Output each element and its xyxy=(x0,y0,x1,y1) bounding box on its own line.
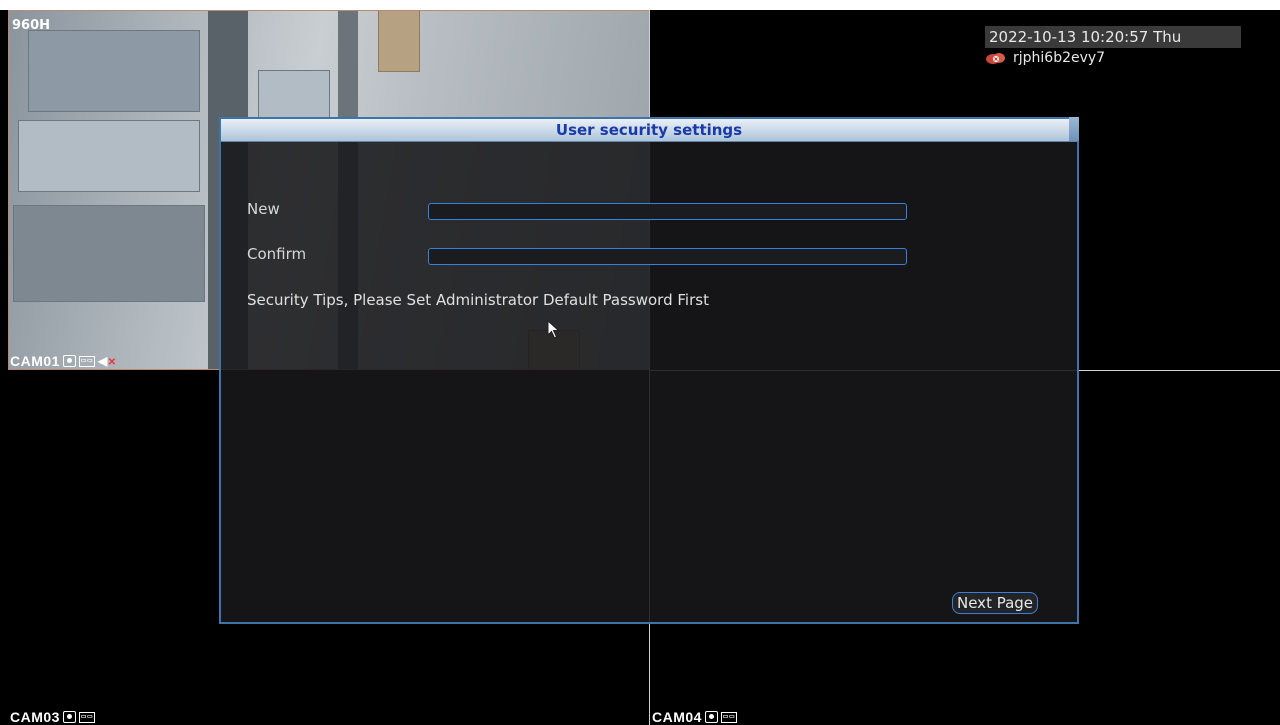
cloud-status: rjphi6b2evy7 xyxy=(985,50,1105,66)
resolution-label: 960H xyxy=(12,18,51,33)
confirm-password-label: Confirm xyxy=(247,245,307,263)
top-strip xyxy=(0,0,1280,10)
camera-name: CAM01 xyxy=(10,353,60,369)
storage-box xyxy=(13,205,205,302)
new-password-input[interactable] xyxy=(428,203,907,220)
camera-name: CAM03 xyxy=(10,709,60,725)
camera-label-cam01: CAM01 ▭▭ ◀✕ xyxy=(10,353,117,369)
cloud-icon xyxy=(986,53,1005,64)
camera-name: CAM04 xyxy=(652,709,702,725)
record-icon xyxy=(62,355,76,367)
mouse-cursor-icon xyxy=(547,320,560,339)
next-page-button[interactable]: Next Page xyxy=(952,592,1039,614)
stream-icon: ▭▭ xyxy=(78,711,95,723)
stream-icon: ▭▭ xyxy=(78,355,95,367)
audio-muted-icon: ◀✕ xyxy=(97,354,117,368)
title-bar-cap xyxy=(1069,117,1079,141)
stream-icon: ▭▭ xyxy=(720,711,737,723)
camera-label-cam03: CAM03 ▭▭ xyxy=(10,709,95,725)
dialog-title: User security settings xyxy=(221,119,1077,142)
datetime-display: 2022-10-13 10:20:57 Thu xyxy=(985,26,1241,48)
cloud-id-text: rjphi6b2evy7 xyxy=(1013,50,1106,66)
storage-box xyxy=(18,120,200,192)
record-icon xyxy=(704,711,718,723)
record-icon xyxy=(62,711,76,723)
user-security-dialog: User security settings New Confirm Secur… xyxy=(219,117,1079,624)
storage-box xyxy=(28,30,200,112)
new-password-label: New xyxy=(247,200,280,218)
storage-box xyxy=(378,10,420,72)
confirm-password-input[interactable] xyxy=(428,248,907,265)
camera-label-cam04: CAM04 ▭▭ xyxy=(652,709,737,725)
security-tips-text: Security Tips, Please Set Administrator … xyxy=(247,291,709,309)
